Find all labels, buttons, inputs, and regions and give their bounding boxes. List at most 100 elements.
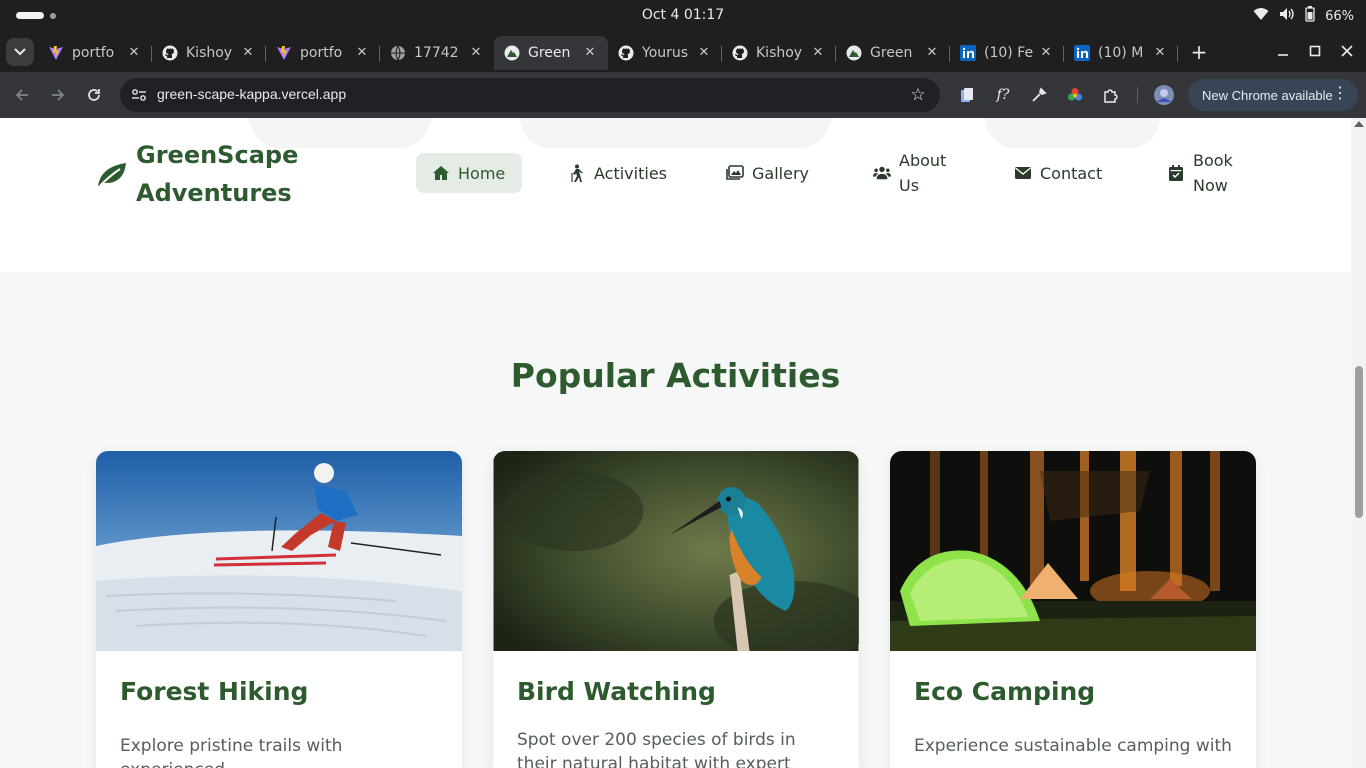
close-icon[interactable]: ✕ [582,45,598,61]
hiking-icon [568,164,586,182]
camping-photo [890,451,1256,651]
tab-title: Yourus [642,45,689,61]
card-title: Forest Hiking [120,677,309,706]
site-icon [846,45,862,61]
browser-tab[interactable]: Kishoy ✕ [152,36,266,70]
github-icon [162,45,178,61]
users-icon [873,164,891,182]
linkedin-icon [1074,45,1090,61]
activity-card-eco-camping[interactable]: Eco Camping Experience sustainable campi… [890,451,1256,768]
nav-home[interactable]: Home [416,153,522,193]
envelope-icon [1014,164,1032,182]
tab-title: Green [870,45,913,61]
os-status-bar: Oct 4 01:17 66% [0,0,1366,32]
address-bar[interactable]: green-scape-kappa.vercel.app ☆ [120,78,940,112]
home-icon [432,164,450,182]
nav-about-us[interactable]: About Us [873,151,968,195]
tab-title: portfo [72,45,115,61]
chrome-update-button[interactable]: New Chrome available ⋮ [1188,79,1358,111]
tab-search-button[interactable] [6,38,34,66]
close-icon[interactable]: ✕ [468,45,484,61]
brand-name: GreenScape Adventures [136,136,306,212]
card-title: Bird Watching [517,677,716,706]
browser-tab[interactable]: Green ✕ [494,36,608,70]
volume-icon[interactable] [1279,7,1295,25]
browser-tab[interactable]: Green ✕ [836,36,950,70]
extension-font-icon[interactable]: f? [992,84,1014,106]
arrow-right-icon [52,89,65,101]
wifi-icon[interactable] [1253,7,1269,25]
close-icon[interactable]: ✕ [126,45,142,61]
vite-icon [48,45,64,61]
tab-title: Kishoy [756,45,803,61]
tab-title: (10) M [1098,45,1144,61]
vite-icon [276,45,292,61]
section-title: Popular Activities [510,356,841,395]
site-settings-icon[interactable] [130,86,148,104]
browser-tab[interactable]: Yourus ✕ [608,36,722,70]
scroll-up-arrow[interactable] [1354,121,1364,127]
tab-title: Green [528,45,571,61]
tab-title: portfo [300,45,343,61]
arrow-left-icon [15,89,28,101]
nav-contact[interactable]: Contact [1014,153,1124,193]
new-tab-button[interactable]: + [1186,40,1212,66]
more-vert-icon[interactable]: ⋮ [1332,85,1348,103]
close-icon[interactable]: ✕ [354,45,370,61]
leaf-icon [97,163,126,189]
scroll-thumb[interactable] [1355,366,1363,518]
chrome-update-label: New Chrome available [1202,87,1333,103]
activity-card-forest-hiking[interactable]: Forest Hiking Explore pristine trails wi… [96,451,462,768]
card-description: Spot over 200 species of birds in their … [517,730,796,768]
browser-tab[interactable]: portfo ✕ [38,36,152,70]
url-text[interactable]: green-scape-kappa.vercel.app [157,86,346,102]
brand-logo-link[interactable]: GreenScape Adventures [94,136,306,212]
extensions-puzzle-icon[interactable] [1100,84,1122,106]
bookmark-star-icon[interactable]: ☆ [908,85,928,105]
github-icon [732,45,748,61]
color-wheel-icon[interactable] [1064,84,1086,106]
close-icon[interactable]: ✕ [696,45,712,61]
clock[interactable]: Oct 4 01:17 [0,7,1366,23]
close-icon[interactable]: ✕ [1038,45,1054,61]
profile-avatar[interactable] [1153,84,1175,106]
card-description: Explore pristine trails with experienced [120,736,343,768]
nav-activities[interactable]: Activities [568,153,678,193]
battery-icon[interactable] [1305,6,1315,26]
browser-tab[interactable]: (10) Fe ✕ [950,36,1064,70]
close-icon[interactable]: ✕ [1152,45,1168,61]
nav-book-now[interactable]: Book Now [1167,151,1257,195]
brand-line-2: Adventures [136,179,292,207]
close-icon[interactable]: ✕ [240,45,256,61]
activity-card-bird-watching[interactable]: Bird Watching Spot over 200 species of b… [493,451,859,768]
globe-icon [390,45,406,61]
tab-list: portfo ✕ Kishoy ✕ portfo ✕ 17742 ✕ Green ✕ Yourus ✕… [38,36,1178,70]
extension-docs-icon[interactable] [956,84,978,106]
close-window-icon[interactable] [1336,40,1358,62]
toolbar-divider [1137,87,1138,103]
browser-tab[interactable]: (10) M ✕ [1064,36,1178,70]
github-icon [618,45,634,61]
forward-button[interactable] [44,81,72,109]
eyedropper-icon[interactable] [1028,84,1050,106]
reload-button[interactable] [80,81,108,109]
close-icon[interactable]: ✕ [924,45,940,61]
tab-strip: portfo ✕ Kishoy ✕ portfo ✕ 17742 ✕ Green ✕ Yourus ✕… [0,32,1366,72]
nav-gallery[interactable]: Gallery [726,153,826,193]
browser-tab[interactable]: Kishoy ✕ [722,36,836,70]
kingfisher-photo [493,451,859,651]
page-viewport: GreenScape Adventures Home Activities Ga… [0,118,1366,768]
browser-tab[interactable]: portfo ✕ [266,36,380,70]
browser-toolbar: green-scape-kappa.vercel.app ☆ f? New Ch… [0,72,1366,118]
back-button[interactable] [8,81,36,109]
minimize-icon[interactable] [1272,40,1294,62]
browser-tab[interactable]: 17742 ✕ [380,36,494,70]
close-icon[interactable]: ✕ [810,45,826,61]
maximize-icon[interactable] [1304,40,1326,62]
page-scrollbar[interactable] [1351,118,1366,768]
chevron-down-icon [14,48,26,56]
battery-percent: 66% [1325,8,1354,24]
tab-title: (10) Fe [984,45,1034,61]
site-header: GreenScape Adventures Home Activities Ga… [0,118,1351,272]
site-icon [504,45,520,61]
